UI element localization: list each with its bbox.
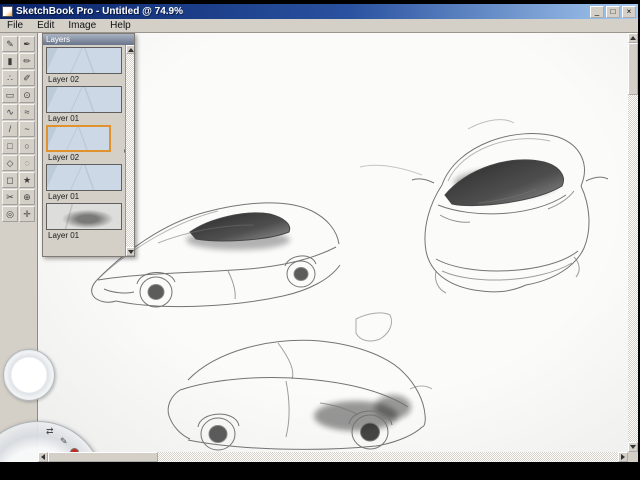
scrollbar-corner [628, 452, 638, 462]
layer-item-1[interactable]: Layer 02 [46, 47, 122, 84]
menu-edit[interactable]: Edit [30, 19, 61, 32]
polygon-icon: ◇ [6, 157, 14, 168]
menu-help[interactable]: Help [103, 19, 138, 32]
lasso-select-icon: ◌ [24, 158, 30, 168]
horizontal-scrollbar[interactable] [38, 452, 628, 462]
eraser-icon: ▭ [5, 89, 15, 100]
menu-image[interactable]: Image [61, 19, 103, 32]
layers-list: Layer 02 Layer 01 + Layer 02 [43, 45, 134, 256]
menu-file[interactable]: File [0, 19, 30, 32]
tool-pencil[interactable]: ✎ [2, 36, 18, 52]
zoom-icon: ◎ [6, 208, 14, 219]
crop-icon: ✂ [6, 191, 14, 202]
close-button[interactable]: × [622, 5, 636, 18]
tool-smear[interactable]: ∿ [2, 104, 18, 120]
minimize-button[interactable]: _ [590, 5, 604, 18]
layer-thumbnail[interactable] [46, 47, 122, 74]
tool-lasso-select[interactable]: ◌ [19, 155, 35, 171]
undo-redo-icon[interactable]: ⇄ [46, 426, 54, 437]
layer-name: Layer 01 [48, 192, 80, 201]
tool-magic-wand[interactable]: ★ [19, 172, 35, 188]
layers-scroll-down[interactable] [126, 247, 134, 256]
tool-marker[interactable]: ▮ [2, 53, 18, 69]
layer-name: Layer 02 [48, 75, 80, 84]
window-title: SketchBook Pro - Untitled @ 74.9% [16, 6, 184, 17]
pen-icon: ✒ [23, 38, 31, 49]
tool-flood-fill[interactable]: ⊙ [19, 87, 35, 103]
brush-quick-icon[interactable]: ✎ [60, 436, 68, 447]
line-icon: / [8, 124, 12, 134]
ellipse-icon: ○ [24, 141, 30, 151]
arrow-up-icon [630, 36, 636, 40]
tool-eraser[interactable]: ▭ [2, 87, 18, 103]
layers-scrollbar[interactable] [125, 45, 134, 256]
arrow-right-icon [621, 454, 625, 460]
tool-polygon[interactable]: ◇ [2, 155, 18, 171]
video-frame: SketchBook Pro - Untitled @ 74.9% _ □ × … [0, 0, 640, 480]
layers-palette: Layers Layer 02 Layer 01 + [42, 33, 135, 257]
scroll-down-button[interactable] [628, 442, 638, 452]
vertical-scroll-thumb[interactable] [628, 43, 638, 95]
pan-icon: ✛ [23, 208, 31, 219]
arrow-down-icon [127, 249, 134, 254]
app-window: SketchBook Pro - Untitled @ 74.9% _ □ × … [0, 4, 638, 462]
tool-line[interactable]: / [2, 121, 18, 137]
layer-thumbnail[interactable] [46, 125, 111, 152]
app-icon [2, 6, 13, 17]
layer-item-5[interactable]: Layer 01 [46, 203, 122, 240]
tool-curve[interactable]: ~ [19, 121, 35, 137]
layer-name: Layer 02 [48, 153, 80, 162]
scroll-up-button[interactable] [628, 33, 638, 43]
title-bar[interactable]: SketchBook Pro - Untitled @ 74.9% _ □ × [0, 4, 638, 19]
marker-icon: ▮ [7, 55, 13, 66]
car-sketch-right [359, 119, 609, 294]
chisel-icon: ✏ [23, 55, 31, 66]
arrow-left-icon [41, 454, 45, 460]
tool-airbrush[interactable]: ∴ [2, 70, 18, 86]
menu-bar: File Edit Image Help [0, 19, 638, 33]
blur-icon: ≈ [24, 107, 30, 117]
rectangle-icon: □ [7, 141, 13, 151]
arrow-up-icon [127, 47, 134, 52]
tool-eyedropper[interactable]: ⊕ [19, 189, 35, 205]
smear-icon: ∿ [6, 106, 14, 117]
tool-rect-select[interactable]: ◻ [2, 172, 18, 188]
tool-blur[interactable]: ≈ [19, 104, 35, 120]
tool-paintbrush[interactable]: ✐ [19, 70, 35, 86]
layer-thumbnail[interactable] [46, 86, 122, 113]
vertical-scrollbar[interactable] [628, 33, 638, 452]
layers-palette-title[interactable]: Layers [43, 34, 134, 45]
tool-pan[interactable]: ✛ [19, 206, 35, 222]
tool-rectangle[interactable]: □ [2, 138, 18, 154]
scroll-left-button[interactable] [38, 452, 48, 462]
flood-fill-icon: ⊙ [23, 89, 31, 100]
maximize-button[interactable]: □ [606, 5, 620, 18]
tool-pen[interactable]: ✒ [19, 36, 35, 52]
airbrush-icon: ∴ [7, 72, 13, 83]
pencil-icon: ✎ [6, 38, 14, 49]
magic-wand-icon: ★ [22, 174, 32, 185]
layer-item-3-selected[interactable]: + Layer 02 [46, 125, 130, 162]
layer-thumbnail[interactable] [46, 203, 122, 230]
tool-crop[interactable]: ✂ [2, 189, 18, 205]
layers-scroll-up[interactable] [126, 45, 134, 54]
layer-thumbnail[interactable] [46, 164, 122, 191]
layer-name: Layer 01 [48, 231, 80, 240]
horizontal-scroll-thumb[interactable] [48, 452, 158, 462]
layer-item-4[interactable]: Layer 01 [46, 164, 122, 201]
tool-zoom[interactable]: ◎ [2, 206, 18, 222]
scroll-right-button[interactable] [618, 452, 628, 462]
arrow-down-icon [630, 445, 636, 449]
curve-icon: ~ [24, 124, 30, 134]
workspace: ✎ ✒ ▮ ✏ ∴ ✐ ▭ ⊙ ∿ ≈ / ~ □ ○ ◇ ◌ ◻ ★ ✂ ⊕ [0, 33, 638, 462]
eyedropper-icon: ⊕ [23, 191, 31, 202]
car-sketch-bottom [167, 312, 433, 451]
tool-chisel[interactable]: ✏ [19, 53, 35, 69]
layer-item-2[interactable]: Layer 01 [46, 86, 122, 123]
paintbrush-icon: ✐ [23, 72, 31, 83]
layer-name: Layer 01 [48, 114, 80, 123]
tool-ellipse[interactable]: ○ [19, 138, 35, 154]
rect-select-icon: ◻ [6, 174, 14, 185]
brush-puck[interactable] [3, 349, 55, 401]
